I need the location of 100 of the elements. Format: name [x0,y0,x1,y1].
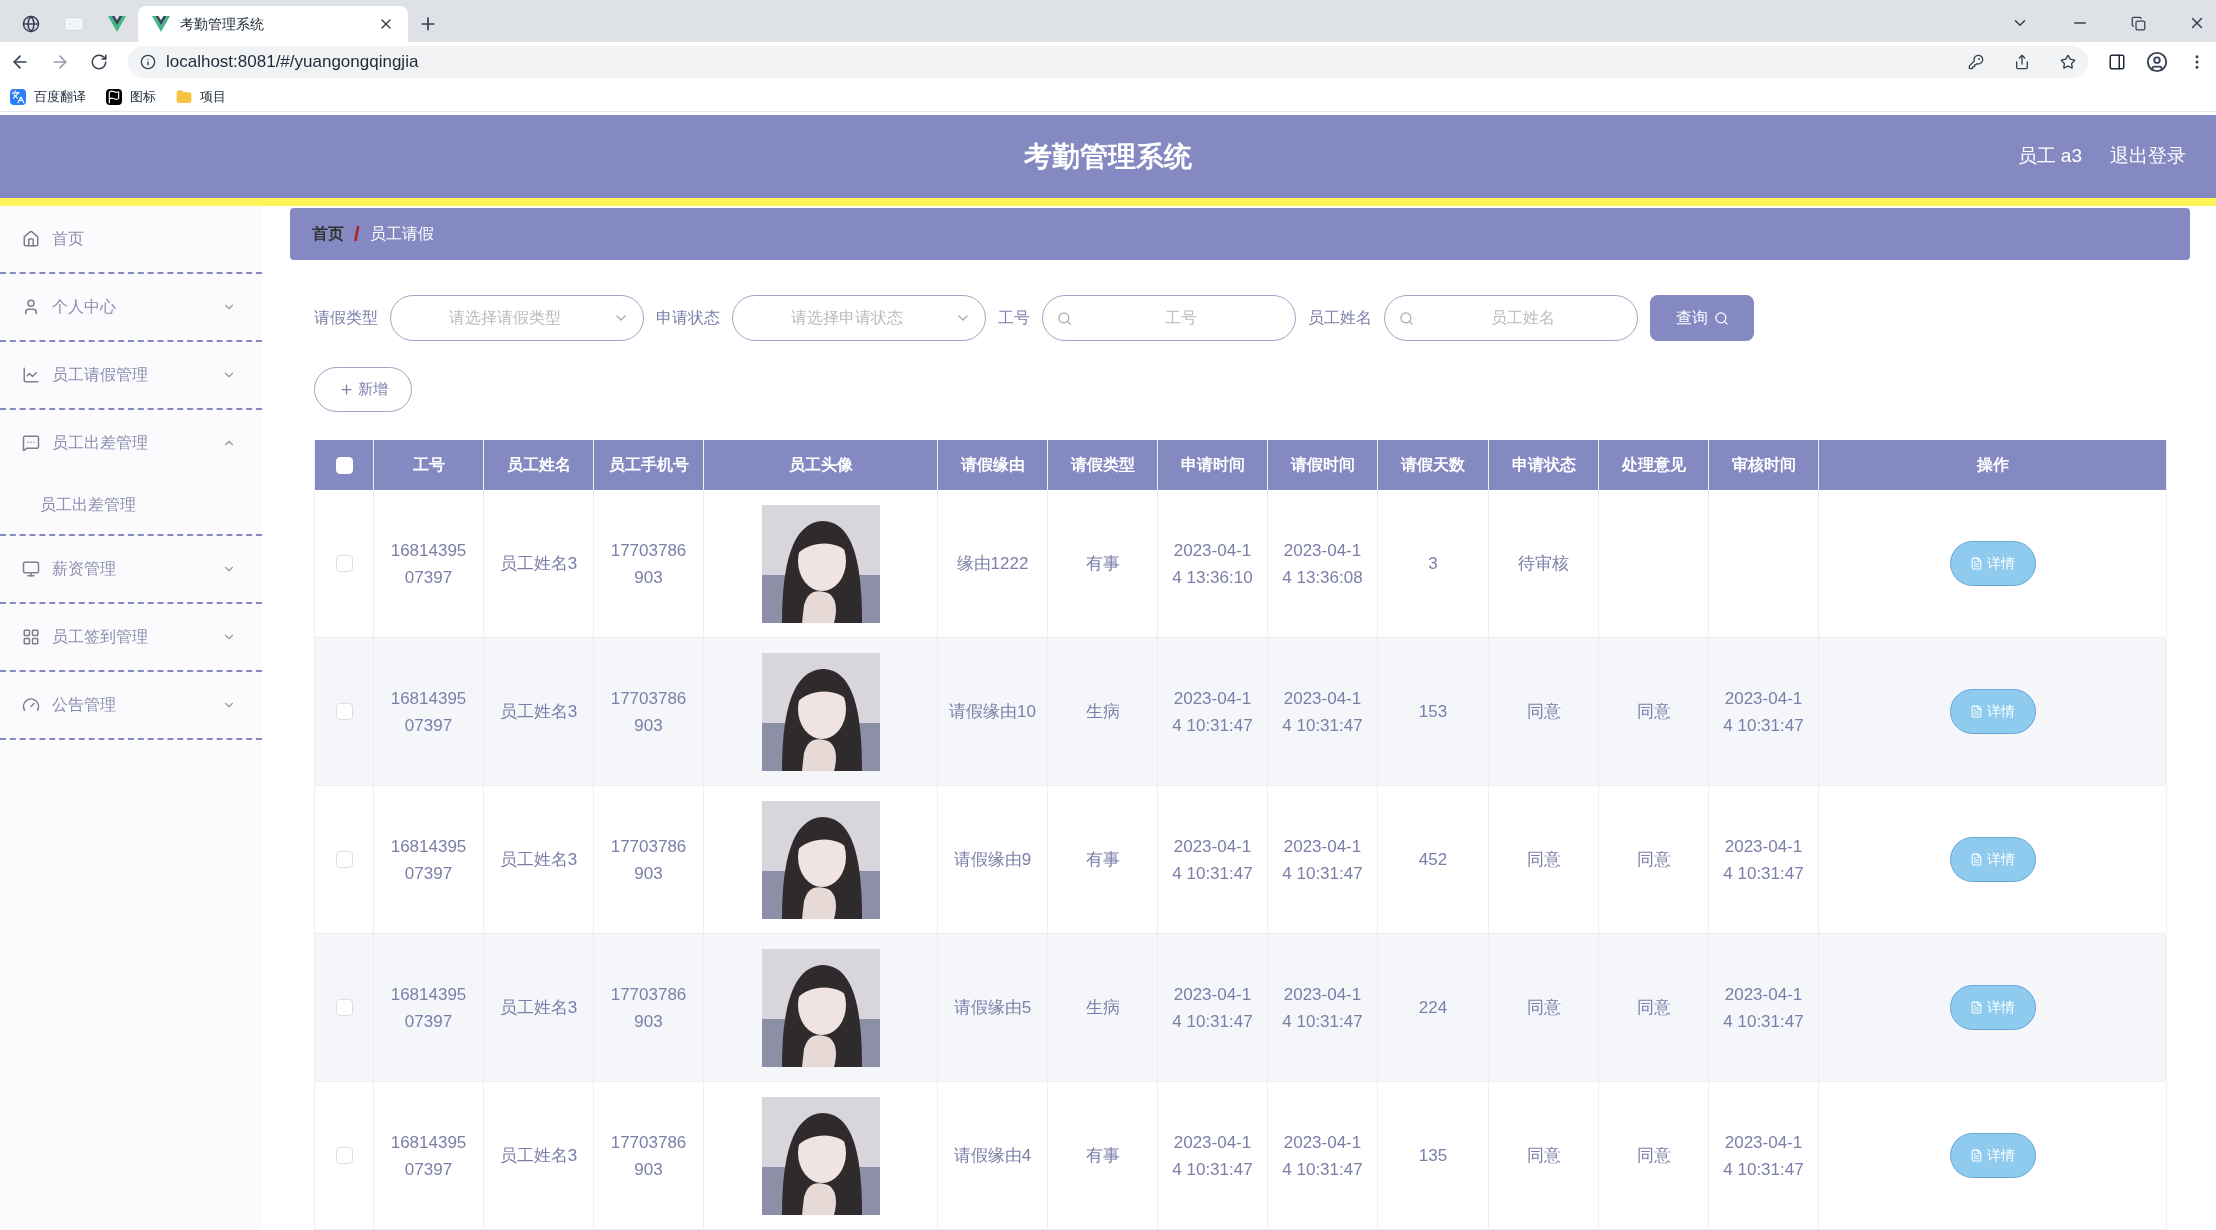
search-icon [1057,310,1072,326]
table-cell-text: 2023-04-14 10:31:47 [1171,1131,1254,1181]
search-field[interactable]: 工号 [1042,295,1296,341]
logout-link[interactable]: 退出登录 [2110,142,2186,171]
table-cell-text: 2023-04-14 10:31:47 [1722,983,1805,1033]
sidebar-item[interactable]: 薪资管理 [0,536,262,602]
table-cell-text: 有事 [1085,553,1120,575]
sidebar-item[interactable]: 公告管理 [0,672,262,738]
grid-icon [22,628,40,646]
tab-title: 考勤管理系统 [180,14,264,34]
table-cell-text: 135 [1418,1145,1448,1167]
table-cell-text: 同意 [1636,1145,1671,1167]
table-cell-text: 17703786903 [609,835,688,885]
column-header: 员工姓名 [506,455,571,475]
table-cell-text: 员工姓名3 [499,849,578,871]
table-cell-text: 有事 [1085,849,1120,871]
breadcrumb-item[interactable]: 首页 [312,222,344,246]
table-cell-text: 224 [1418,997,1448,1019]
table-cell-text: 同意 [1526,1145,1561,1167]
bookmark[interactable]: 项目 [176,86,226,107]
search-icon [1399,310,1414,326]
address-bar[interactable]: localhost:8081/#/yuangongqingjia [128,46,2088,78]
vue-logo-icon [152,16,170,32]
translate-icon [10,88,26,105]
info-icon [140,54,156,70]
column-header: 请假天数 [1401,455,1465,475]
table-cell-text: 1681439507397 [389,1131,468,1181]
user-icon [22,298,40,316]
table-cell-text: 17703786903 [609,539,688,589]
table-cell-text: 1681439507397 [389,539,468,589]
table-cell-text: 1681439507397 [389,983,468,1033]
checkbox[interactable] [335,851,353,868]
sidebar-item[interactable]: 个人中心 [0,274,262,340]
query-button[interactable]: 查询 [1650,295,1754,341]
document-icon [1970,705,1983,718]
table-cell-text: 452 [1418,849,1448,871]
table-cell-text: 1681439507397 [389,835,468,885]
vue-logo-icon [108,16,126,32]
folder-icon [176,88,192,105]
table-cell-text: 同意 [1636,997,1671,1019]
side-panel-icon[interactable] [2108,53,2126,71]
table-cell-text: 有事 [1085,1145,1120,1167]
checkbox[interactable] [335,703,353,720]
select-field[interactable]: 请选择申请状态 [732,295,986,341]
sidebar-subitem[interactable]: 员工出差管理 [0,476,262,534]
star-icon[interactable] [2060,54,2076,70]
home-icon [22,230,40,248]
checkbox[interactable] [335,555,353,572]
table-cell-text: 员工姓名3 [499,553,578,575]
column-header: 处理意见 [1621,455,1686,475]
column-header: 员工头像 [788,455,853,475]
detail-button[interactable]: 详情 [1949,689,2036,734]
detail-button[interactable]: 详情 [1949,837,2036,882]
table-cell-text: 请假缘由10 [949,701,1036,723]
chat-icon [22,434,40,452]
column-header: 请假时间 [1290,455,1355,475]
table-cell-text: 同意 [1636,701,1671,723]
table-cell-text: 2023-04-14 10:31:47 [1722,1131,1805,1181]
filter-label: 请假类型 [314,308,378,328]
checkbox[interactable] [335,1147,353,1164]
table-cell-text: 待审核 [1518,553,1569,575]
sidebar-item[interactable]: 员工请假管理 [0,342,262,408]
chart-icon [22,366,40,384]
detail-button[interactable]: 详情 [1949,1133,2036,1178]
column-header: 操作 [1976,455,2009,475]
search-field[interactable]: 员工姓名 [1384,295,1638,341]
table-cell-text: 1681439507397 [389,687,468,737]
detail-button[interactable]: 详情 [1949,541,2036,586]
table-cell-text: 2023-04-14 10:31:47 [1722,687,1805,737]
table-cell-text: 2023-04-14 13:36:08 [1281,539,1364,589]
table-cell-text: 17703786903 [609,983,688,1033]
bookmark[interactable]: 百度翻译 [10,86,86,107]
key-icon[interactable] [1968,54,1984,70]
document-icon [1970,1149,1983,1162]
browser-tab[interactable]: 考勤管理系统 [138,6,408,42]
flag-icon [106,88,122,105]
page-icon [64,17,84,31]
table-cell-text: 2023-04-14 10:31:47 [1171,687,1254,737]
profile-icon[interactable] [2146,51,2168,73]
table-cell-text: 员工姓名3 [499,997,578,1019]
table-cell-text: 员工姓名3 [499,701,578,723]
sidebar-item[interactable]: 员工签到管理 [0,604,262,670]
select-field[interactable]: 请选择请假类型 [390,295,644,341]
sidebar-item[interactable]: 首页 [0,206,262,272]
restore-icon[interactable] [2131,15,2146,31]
reload-icon[interactable] [90,53,108,71]
table-cell-text: 2023-04-14 10:31:47 [1281,687,1364,737]
checkbox[interactable] [335,999,353,1016]
detail-button[interactable]: 详情 [1949,985,2036,1030]
table-cell-text: 同意 [1526,997,1561,1019]
table-cell-text: 2023-04-14 10:31:47 [1722,835,1805,885]
column-header: 审核时间 [1731,455,1796,475]
sidebar-item[interactable]: 员工出差管理 [0,410,262,476]
bookmark[interactable]: 图标 [106,86,156,107]
table-cell-text: 17703786903 [609,687,688,737]
table-cell-text: 同意 [1526,701,1561,723]
column-header: 申请状态 [1511,455,1576,475]
plus-icon [338,382,354,397]
table-cell-text: 2023-04-14 10:31:47 [1171,983,1254,1033]
share-icon[interactable] [2014,54,2030,70]
